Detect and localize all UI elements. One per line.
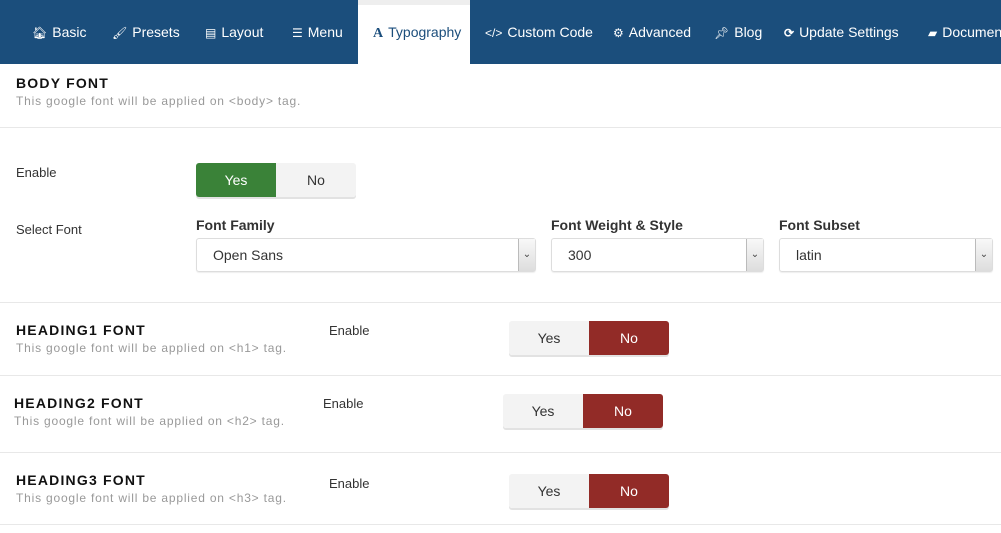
layout-icon: ▤ — [205, 26, 217, 40]
paintbrush-icon: 🖌︎ — [112, 26, 128, 40]
body-font-title: BODY FONT — [16, 75, 109, 91]
heading2-enable-label: Enable — [323, 396, 364, 411]
tab-label: Documentation — [942, 24, 1001, 40]
font-weight-select[interactable]: 300 ⌄ — [551, 238, 764, 272]
gear-icon: ⚙ — [613, 26, 624, 40]
yes-button[interactable]: Yes — [196, 163, 276, 197]
body-enable-label: Enable — [16, 165, 57, 180]
divider — [0, 524, 1001, 525]
tab-basic[interactable]: 🏠︎ Basic — [17, 0, 101, 64]
heading1-font-subtitle: This google font will be applied on <h1>… — [16, 341, 287, 355]
heading2-enable-toggle: Yes No — [503, 394, 663, 428]
font-family-label: Font Family — [196, 217, 275, 233]
font-weight-value: 300 — [568, 247, 592, 263]
tab-update-settings[interactable]: ⟳ Update Settings — [769, 0, 914, 64]
body-font-subtitle: This google font will be applied on <bod… — [16, 94, 302, 108]
tab-label: Presets — [132, 24, 180, 40]
tab-label: Menu — [307, 24, 343, 40]
heading1-enable-toggle: Yes No — [509, 321, 669, 355]
tab-label: Update Settings — [799, 24, 899, 40]
heading3-enable-toggle: Yes No — [509, 474, 669, 508]
pin-icon: 📌︎ — [714, 26, 730, 40]
tab-label: Layout — [221, 24, 264, 40]
font-family-select[interactable]: Open Sans ⌄ — [196, 238, 536, 272]
chevron-down-icon: ⌄ — [746, 239, 763, 271]
tab-label: Advanced — [628, 24, 692, 40]
body-enable-toggle: Yes No — [196, 163, 356, 197]
tab-label: Typography — [388, 24, 462, 40]
home-icon: 🏠︎ — [32, 26, 48, 40]
no-button[interactable]: No — [589, 474, 669, 508]
font-subset-select[interactable]: latin ⌄ — [779, 238, 993, 272]
tab-label: Blog — [734, 24, 763, 40]
yes-button[interactable]: Yes — [503, 394, 583, 428]
no-button[interactable]: No — [276, 163, 356, 197]
tab-label: Basic — [52, 24, 87, 40]
book-icon: ▰ — [928, 26, 938, 40]
font-subset-value: latin — [796, 247, 822, 263]
code-icon: </> — [485, 26, 503, 40]
heading1-font-title: HEADING1 FONT — [16, 322, 146, 338]
refresh-icon: ⟳ — [784, 26, 795, 40]
top-nav: 🏠︎ Basic 🖌︎ Presets ▤ Layout ☰ Menu A Typogra… — [0, 0, 1001, 64]
tab-menu[interactable]: ☰ Menu — [277, 0, 358, 64]
yes-button[interactable]: Yes — [509, 321, 589, 355]
font-family-value: Open Sans — [213, 247, 284, 263]
tab-blog[interactable]: 📌︎ Blog — [699, 0, 777, 64]
chevron-down-icon: ⌄ — [975, 239, 992, 271]
heading3-enable-label: Enable — [329, 476, 370, 491]
tab-documentation[interactable]: ▰ Documentation — [913, 0, 1001, 64]
divider — [0, 375, 1001, 376]
font-weight-label: Font Weight & Style — [551, 217, 683, 233]
tab-custom-code[interactable]: </> Custom Code — [470, 0, 608, 64]
tab-layout[interactable]: ▤ Layout — [190, 0, 278, 64]
heading3-font-title: HEADING3 FONT — [16, 472, 146, 488]
heading2-font-subtitle: This google font will be applied on <h2>… — [14, 414, 285, 428]
font-icon: A — [373, 26, 384, 41]
select-font-label: Select Font — [16, 222, 82, 237]
tab-typography[interactable]: A Typography — [358, 0, 470, 64]
heading1-enable-label: Enable — [329, 323, 370, 338]
tab-label: Custom Code — [507, 24, 593, 40]
heading3-font-subtitle: This google font will be applied on <h3>… — [16, 491, 287, 505]
font-subset-label: Font Subset — [779, 217, 860, 233]
chevron-down-icon: ⌄ — [518, 239, 535, 271]
divider — [0, 127, 1001, 128]
heading2-font-title: HEADING2 FONT — [14, 395, 144, 411]
divider — [0, 302, 1001, 303]
tab-advanced[interactable]: ⚙ Advanced — [598, 0, 706, 64]
list-icon: ☰ — [292, 26, 303, 40]
divider — [0, 452, 1001, 453]
no-button[interactable]: No — [583, 394, 663, 428]
yes-button[interactable]: Yes — [509, 474, 589, 508]
tab-presets[interactable]: 🖌︎ Presets — [97, 0, 195, 64]
no-button[interactable]: No — [589, 321, 669, 355]
